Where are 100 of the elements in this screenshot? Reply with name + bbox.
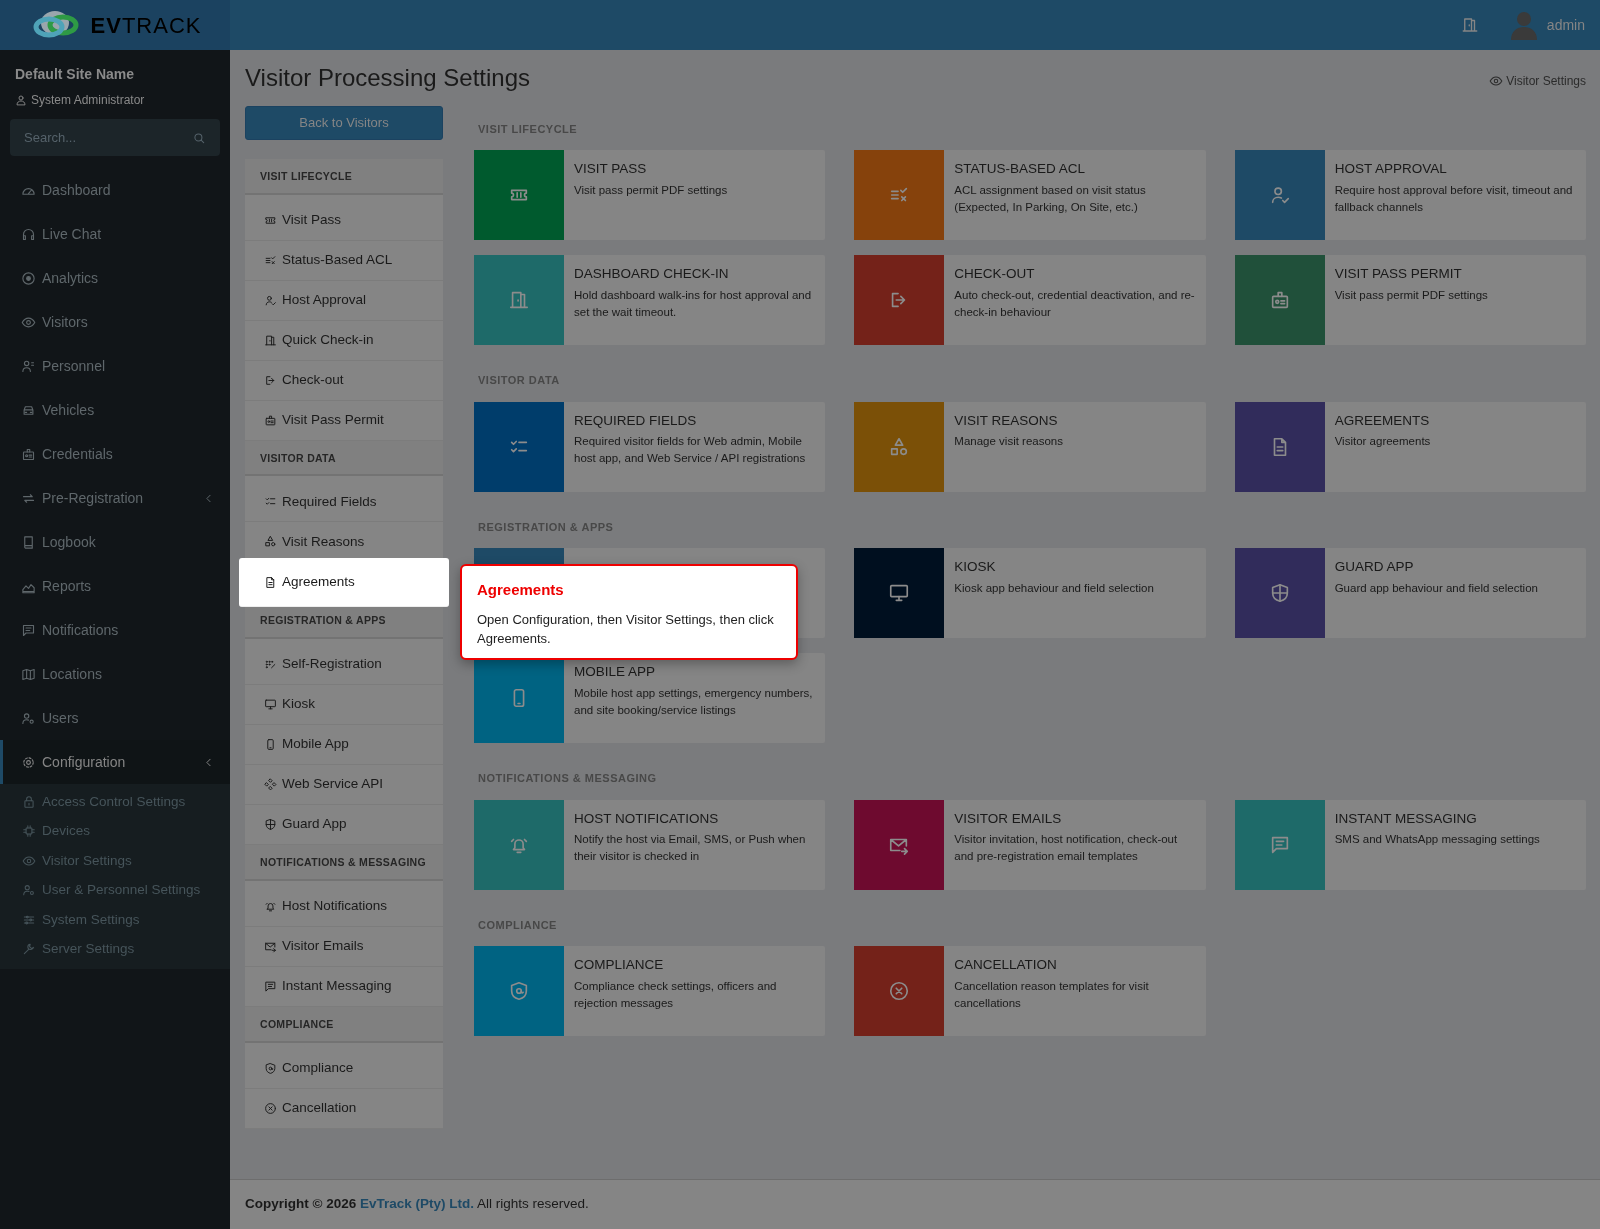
settings-tile[interactable]: CANCELLATION Cancellation reason templates for visit cancellations — [854, 946, 1206, 1037]
tile-title: INSTANT MESSAGING — [1334, 809, 1478, 828]
settings-tile[interactable]: REQUIRED FIELDS Required visitor fields for Web admin, Mobile host app, and Web Service / API registrations — [474, 401, 826, 492]
tile-title: VISITOR EMAILS — [954, 809, 1063, 828]
tile-description: ACL assignment based on visit status (Expected, In Parking, On Site, etc.) — [954, 182, 1147, 215]
tile-description: Kiosk app behaviour and field selection — [954, 580, 1154, 596]
settings-tile[interactable]: VISITOR EMAILS Visitor invitation, host notification, check-out and pre-registration email templates — [854, 799, 1206, 890]
shield-at-icon — [264, 1061, 277, 1075]
settings-tile[interactable]: DASHBOARD CHECK-IN Hold dashboard walk-ins for host approval and set the wait timeout. — [474, 255, 826, 346]
chat-icon — [264, 979, 277, 993]
headset-icon — [21, 226, 36, 242]
door-icon — [264, 333, 277, 347]
search-field[interactable]: Search... — [10, 119, 220, 156]
settings-tile[interactable]: HOST APPROVAL Require host approval before visit, timeout and fallback channels — [1234, 150, 1586, 241]
eye-icon — [21, 314, 36, 330]
settings-tile[interactable]: KIOSK Kiosk app behaviour and field selection — [854, 548, 1206, 639]
tile-title: DASHBOARD CHECK-IN — [574, 265, 730, 284]
tile-description: Guard app behaviour and field selection — [1334, 580, 1538, 596]
map-icon — [21, 666, 36, 682]
tile-description: Hold dashboard walk-ins for host approval and set the wait timeout. — [574, 287, 813, 320]
sidebar-item[interactable]: Dashboard — [0, 168, 230, 212]
settings-tile[interactable]: HOST NOTIFICATIONS Notify the host via Email, SMS, or Push when their visitor is checked in — [474, 799, 826, 890]
menu-item[interactable]: Agreements — [239, 558, 449, 608]
person-icon — [21, 358, 36, 374]
back-button[interactable]: Back to Visitors — [245, 105, 443, 140]
tile-description: Auto check-out, credential deactivation, and re-check-in behaviour — [954, 287, 1196, 320]
sidebar-item[interactable]: Logbook — [0, 520, 230, 564]
tooltip-text: Open Configuration, then Visitor Settings, then click Agreements. — [477, 610, 775, 648]
tile-description: Compliance check settings, officers and rejection messages — [574, 978, 778, 1011]
tile-description: Notify the host via Email, SMS, or Push when their visitor is checked in — [574, 832, 807, 865]
settings-tile[interactable]: STATUS-BASED ACL ACL assignment based on visit status (Expected, In Parking, On Site, etc.) — [854, 150, 1206, 241]
site-name: Default Site Name — [15, 65, 136, 84]
exit-icon — [264, 373, 277, 387]
tile-title: REQUIRED FIELDS — [574, 411, 698, 430]
sidebar-item[interactable]: Reports — [0, 564, 230, 608]
chip-icon — [22, 824, 36, 839]
sidebar-item[interactable]: Live Chat — [0, 212, 230, 256]
settings-tile[interactable]: INSTANT MESSAGING SMS and WhatsApp messaging settings — [1234, 799, 1586, 890]
tile-description: Require host approval before visit, timeout and fallback channels — [1334, 182, 1574, 215]
tile-title: CANCELLATION — [954, 956, 1058, 975]
sidebar-item[interactable]: Personnel — [0, 344, 230, 388]
sidebar-item[interactable]: Credentials — [0, 432, 230, 476]
settings-tile[interactable]: GUARD APP Guard app behaviour and field selection — [1234, 548, 1586, 639]
monitor-icon — [264, 698, 277, 712]
lock-icon — [22, 794, 36, 809]
sidebar-item[interactable]: Notifications — [0, 608, 230, 652]
settings-tile[interactable]: VISIT REASONS Manage visit reasons — [854, 401, 1206, 492]
page-title: Visitor Processing Settings — [245, 64, 531, 93]
gear-icon — [21, 754, 36, 770]
diamond-arrows-icon — [264, 778, 277, 792]
tile-title: KIOSK — [954, 558, 997, 577]
settings-tile[interactable]: COMPLIANCE Compliance check settings, officers and rejection messages — [474, 946, 826, 1037]
shield-icon — [264, 818, 277, 832]
visitor-settings-link[interactable]: Visitor Settings — [1489, 72, 1586, 90]
menu-section-heading: VISIT LIFECYCLE — [245, 158, 443, 195]
search-icon — [192, 131, 206, 145]
user-check-icon — [264, 293, 277, 307]
menu-section-heading: COMPLIANCE — [245, 1006, 443, 1043]
eye-icon — [22, 853, 36, 868]
users-gear-icon — [22, 883, 36, 898]
settings-tile[interactable]: CHECK-OUT Auto check-out, credential deactivation, and re-check-in behaviour — [854, 255, 1206, 346]
tile-title: VISIT PASS — [574, 160, 648, 179]
tile-description: SMS and WhatsApp messaging settings — [1334, 832, 1540, 848]
tile-title: MOBILE APP — [574, 663, 657, 682]
sidebar-item[interactable]: Pre-Registration — [0, 476, 230, 520]
tile-description: Mobile host app settings, emergency numbers, and site booking/service listings — [574, 685, 814, 718]
settings-tile[interactable]: AGREEMENTS Visitor agreements — [1234, 401, 1586, 492]
tile-description: Visitor invitation, host notification, check-out and pre-registration email templates — [954, 832, 1179, 865]
settings-tile[interactable]: VISIT PASS Visit pass permit PDF settings — [474, 150, 826, 241]
tooltip-title: Agreements — [477, 580, 565, 600]
id-badge-icon — [21, 446, 36, 462]
x-circle-icon — [888, 980, 911, 1003]
sidebar-item[interactable]: Visitors — [0, 300, 230, 344]
sidebar-item[interactable]: Vehicles — [0, 388, 230, 432]
tile-description: Visit pass permit PDF settings — [1334, 287, 1488, 303]
sidebar-item[interactable]: Analytics — [0, 256, 230, 300]
sidebar-item[interactable]: Locations — [0, 652, 230, 696]
menu-section-heading: NOTIFICATIONS & MESSAGING — [245, 845, 443, 881]
shapes-icon — [264, 535, 277, 549]
user-role: System Administrator — [31, 92, 145, 109]
settings-tile[interactable]: VISIT PASS PERMIT Visit pass permit PDF settings — [1234, 255, 1586, 346]
tile-description: Cancellation reason templates for visit cancellations — [954, 978, 1150, 1011]
company-link[interactable]: EvTrack (Pty) Ltd. — [360, 1196, 475, 1212]
settings-tile[interactable]: MOBILE APP Mobile host app settings, emergency numbers, and site booking/service listings — [474, 653, 826, 744]
tile-title: CHECK-OUT — [954, 265, 1036, 284]
eye-icon — [1489, 74, 1504, 88]
sidebar-item[interactable]: Users — [0, 696, 230, 740]
tile-title: STATUS-BASED ACL — [954, 160, 1087, 179]
list-check-icon — [264, 253, 277, 267]
target-icon — [21, 270, 36, 286]
tile-title: VISIT PASS PERMIT — [1334, 265, 1463, 284]
chat-icon — [21, 622, 36, 638]
tile-title: VISIT REASONS — [954, 411, 1059, 430]
x-circle-icon — [264, 1101, 277, 1115]
users-gear-icon — [21, 710, 36, 726]
document-icon — [264, 575, 277, 589]
door-icon[interactable] — [1460, 16, 1479, 34]
tile-title: HOST APPROVAL — [1334, 160, 1448, 179]
user-name[interactable]: admin — [1546, 14, 1585, 36]
tile-title: GUARD APP — [1334, 558, 1415, 577]
